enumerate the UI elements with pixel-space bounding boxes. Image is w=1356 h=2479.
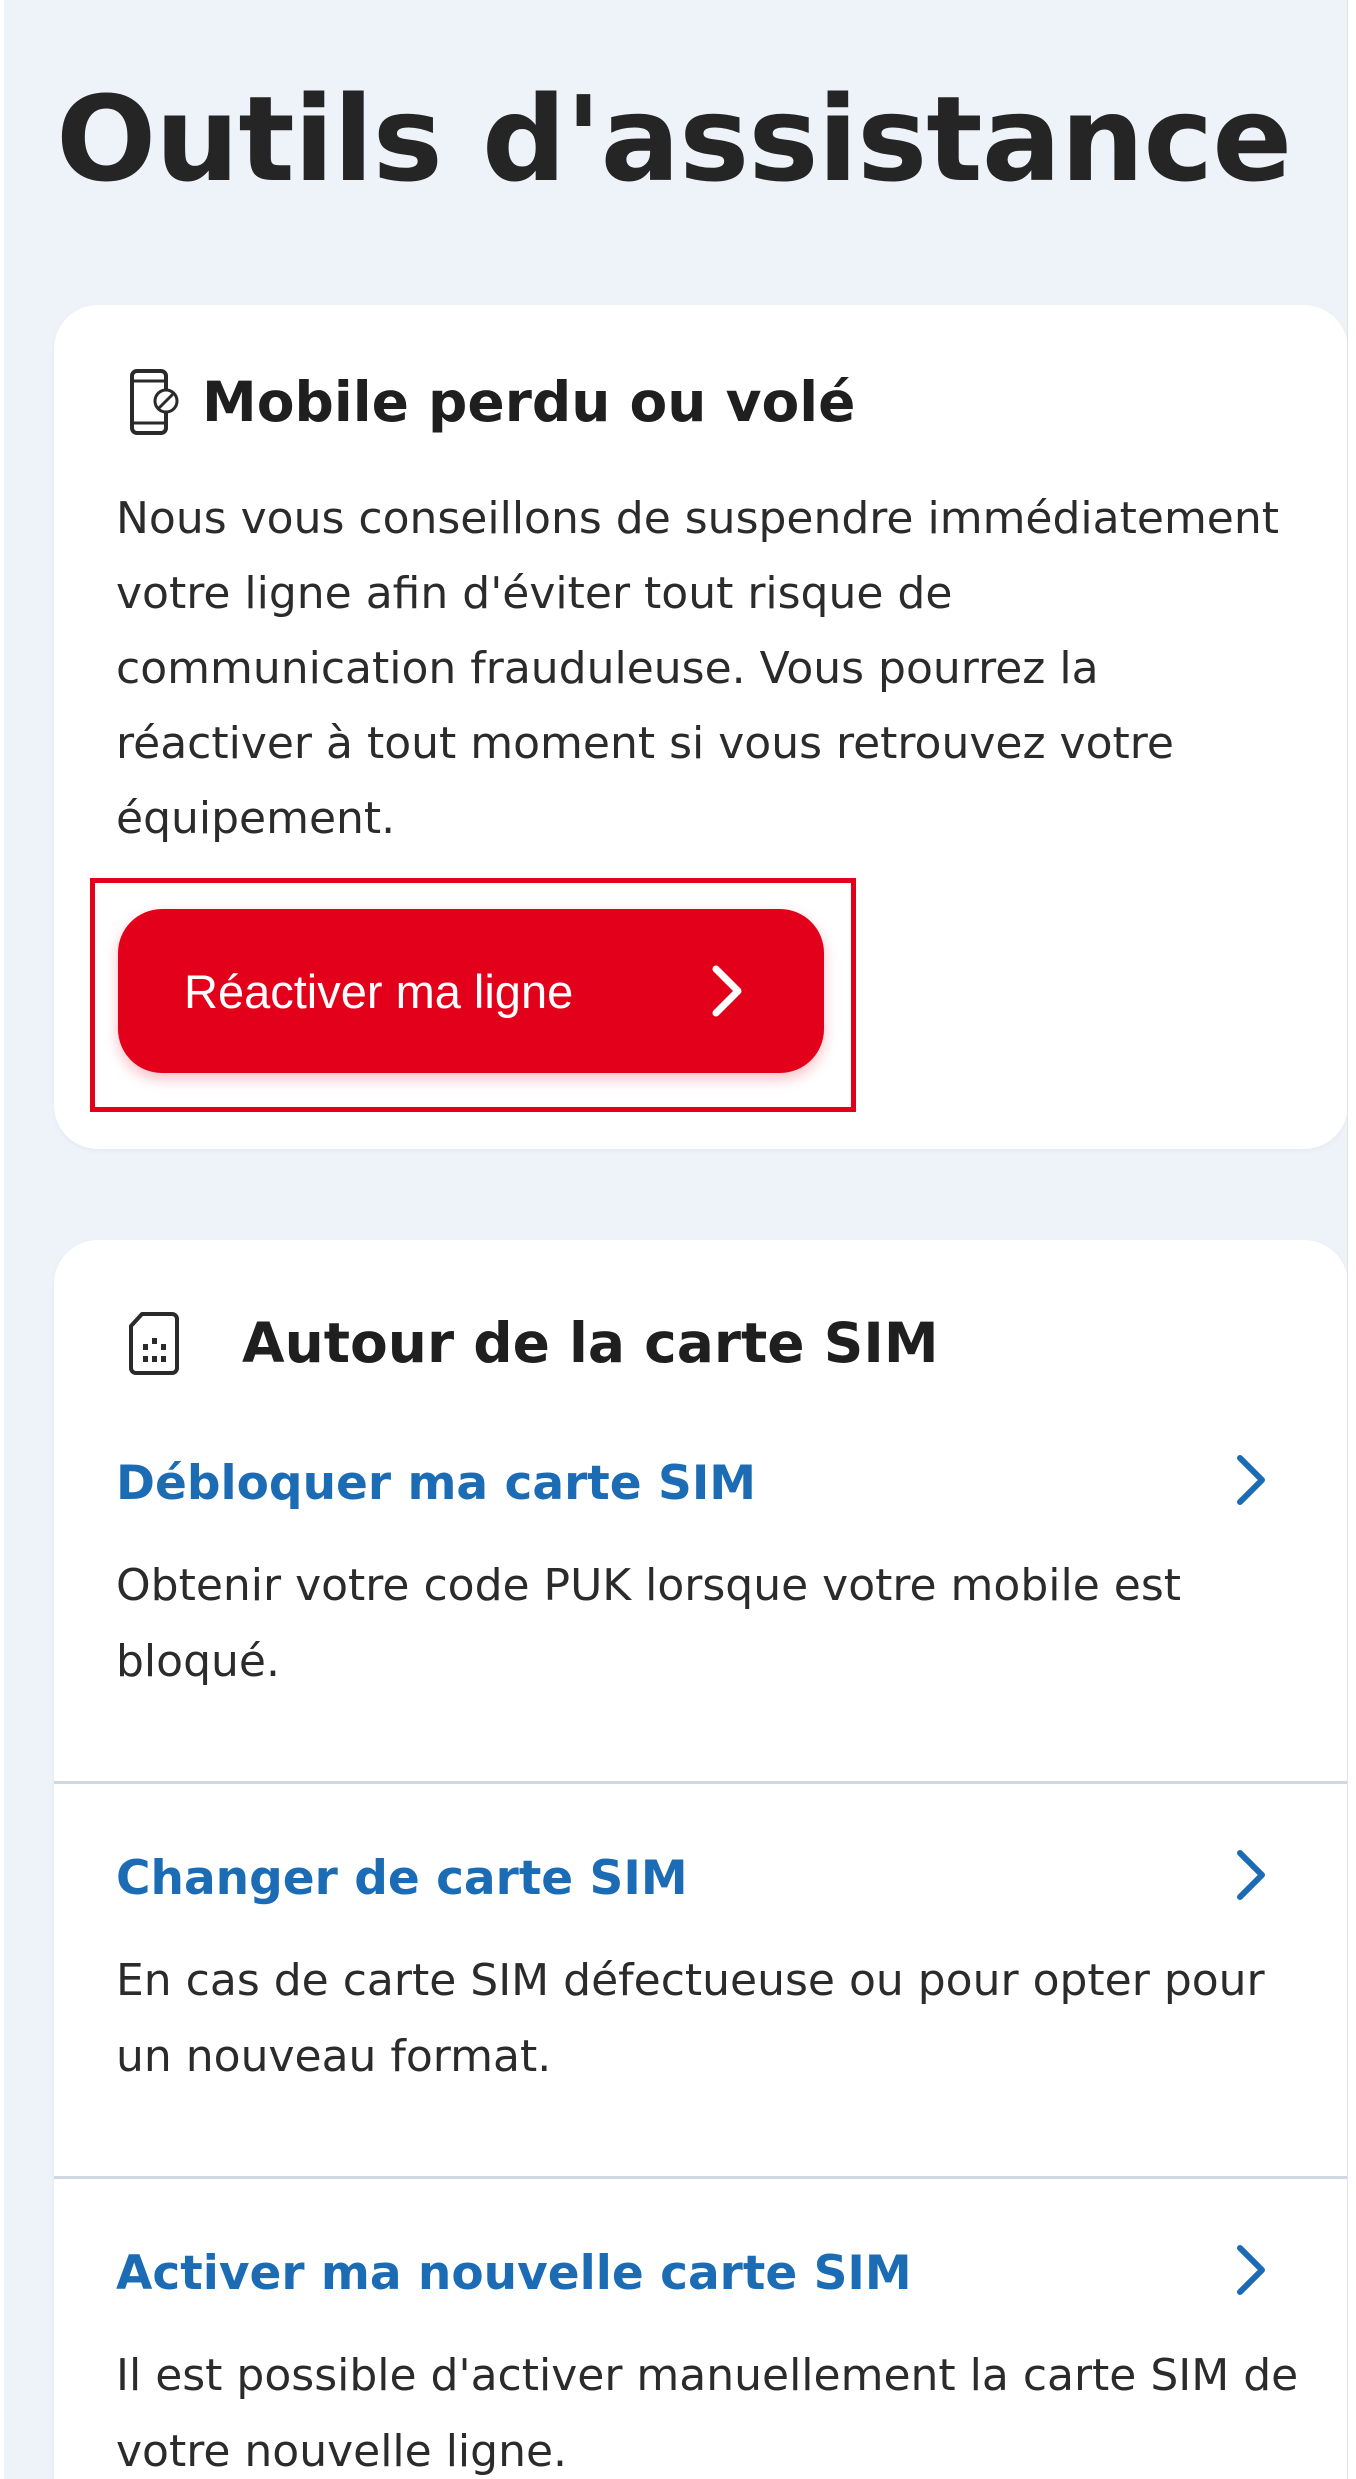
sim-item-change[interactable]: Changer de carte SIM En cas de carte SIM…	[54, 1825, 1347, 2145]
sim-card-icon	[126, 1310, 182, 1376]
phone-blocked-icon	[126, 367, 182, 437]
sim-item-activate[interactable]: Activer ma nouvelle carte SIM Il est pos…	[54, 2220, 1347, 2479]
unlock-sim-link[interactable]: Débloquer ma carte SIM	[116, 1456, 756, 1511]
divider	[54, 1781, 1347, 1784]
lost-phone-header: Mobile perdu ou volé	[126, 367, 855, 437]
unlock-sim-description: Obtenir votre code PUK lorsque votre mob…	[116, 1560, 1182, 1687]
page-title: Outils d'assistance	[56, 70, 1292, 208]
chevron-right-icon	[710, 963, 744, 1023]
divider	[54, 2176, 1347, 2179]
change-sim-link[interactable]: Changer de carte SIM	[116, 1851, 688, 1906]
chevron-right-icon	[1234, 1847, 1268, 1907]
activate-sim-link[interactable]: Activer ma nouvelle carte SIM	[116, 2246, 912, 2301]
reactivate-line-label: Réactiver ma ligne	[184, 964, 574, 1018]
lost-phone-title: Mobile perdu ou volé	[202, 370, 856, 434]
lost-phone-card: Mobile perdu ou volé Nous vous conseillo…	[54, 305, 1347, 1149]
sim-section-title: Autour de la carte SIM	[242, 1311, 939, 1375]
chevron-right-icon	[1234, 1452, 1268, 1512]
lost-phone-text: Nous vous conseillons de suspendre imméd…	[116, 493, 1280, 844]
sim-section-header: Autour de la carte SIM	[126, 1310, 939, 1376]
sim-item-unlock[interactable]: Débloquer ma carte SIM Obtenir votre cod…	[54, 1430, 1347, 1750]
sim-card-section: Autour de la carte SIM Débloquer ma cart…	[54, 1240, 1347, 2479]
reactivate-line-button[interactable]: Réactiver ma ligne	[118, 909, 824, 1073]
screen: Outils d'assistance Mobile perdu ou volé…	[4, 0, 1348, 2479]
change-sim-description: En cas de carte SIM défectueuse ou pour …	[116, 1955, 1265, 2082]
activate-sim-description: Il est possible d'activer manuellement l…	[116, 2350, 1299, 2477]
chevron-right-icon	[1234, 2242, 1268, 2302]
